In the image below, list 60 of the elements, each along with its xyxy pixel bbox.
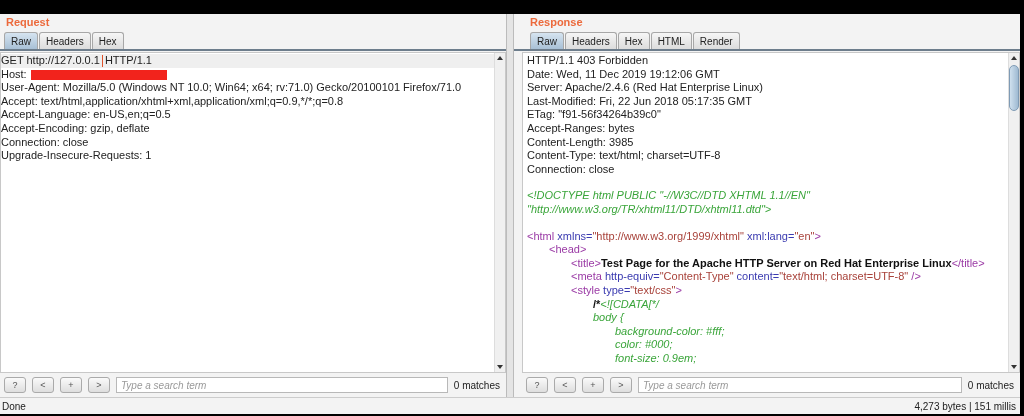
tab[interactable]: HTML	[650, 32, 692, 49]
code-line: Accept-Ranges: bytes	[527, 121, 635, 134]
search-field[interactable]: Type a search term	[116, 377, 448, 393]
code-line: <head>	[549, 243, 587, 256]
status-text: 4,273 bytes | 151 millis	[914, 400, 1016, 412]
match-count: 0 matches	[453, 379, 501, 391]
search-nav-button[interactable]: +	[582, 377, 604, 393]
scrollbar[interactable]	[494, 53, 505, 372]
search-nav-button[interactable]: <	[32, 377, 54, 393]
code-line: <!DOCTYPE html PUBLIC "-//W3C//DTD XHTML 1.1//EN"	[527, 189, 810, 202]
code-line: Host:	[1, 67, 27, 80]
code-line: "http://www.w3.org/TR/xhtml11/DTD/xhtml11.dtd">	[527, 202, 772, 215]
code-line: body {	[593, 311, 624, 324]
editor[interactable]	[0, 52, 506, 373]
code-line: /*<![CDATA[*/	[593, 297, 659, 310]
code-line: Connection: close	[1, 135, 89, 148]
code-line: background-color: #fff;	[615, 324, 725, 337]
tab[interactable]: Raw	[4, 32, 38, 49]
code-line: Date: Wed, 11 Dec 2019 19:12:06 GMT	[527, 67, 720, 80]
code-line: Content-Length: 3985	[527, 135, 634, 148]
status-text: Done	[2, 400, 26, 412]
search-nav-button[interactable]: >	[88, 377, 110, 393]
code-line: <meta http-equiv="Content-Type" content="text/html; charset=UTF-8" />	[571, 270, 921, 283]
code-line: User-Agent: Mozilla/5.0 (Windows NT 10.0; Win64; x64; rv:71.0) Gecko/20100101 Firefox/71.0	[1, 81, 462, 94]
panel-title: Request	[5, 15, 51, 30]
tab[interactable]: Hex	[91, 32, 124, 49]
tab[interactable]: Headers	[565, 32, 617, 49]
code-line: HTTP/1.1 403 Forbidden	[527, 54, 649, 66]
search-nav-button[interactable]: ?	[4, 377, 26, 393]
scrollbar-thumb[interactable]	[1009, 65, 1019, 111]
text-cursor	[101, 55, 103, 68]
tab[interactable]: Hex	[617, 32, 650, 49]
code-line: <style type="text/css">	[571, 283, 682, 296]
tab[interactable]: Render	[692, 32, 740, 49]
scrollbar[interactable]	[1008, 53, 1019, 372]
code-line: GET http://127.0.0.1	[1, 54, 100, 66]
code-line: Upgrade-Insecure-Requests: 1	[1, 149, 152, 162]
search-nav-button[interactable]: ?	[526, 377, 548, 393]
code-line: ETag: "f91-56f34264b39c0"	[527, 108, 661, 121]
code-line: Connection: close	[527, 162, 615, 175]
code-line: <html xmlns="http://www.w3.org/1999/xhtml" xml:lang="en">	[527, 229, 821, 242]
code-line: HTTP/1.1	[104, 54, 152, 66]
search-nav-button[interactable]: +	[60, 377, 82, 393]
tab[interactable]: Raw	[530, 32, 564, 49]
panel-title: Response	[529, 15, 584, 30]
search-field[interactable]: Type a search term	[638, 377, 962, 393]
code-line: font-size: 0.9em;	[615, 351, 697, 364]
code-line: Accept: text/html,application/xhtml+xml,application/xml;q=0.9,*/*;q=0.8	[1, 94, 344, 107]
search-nav-button[interactable]: >	[610, 377, 632, 393]
editor[interactable]	[522, 52, 1020, 373]
search-nav-button[interactable]: <	[554, 377, 576, 393]
code-line: Content-Type: text/html; charset=UTF-8	[527, 149, 721, 162]
code-line: <title>Test Page for the Apache HTTP Server on Red Hat Enterprise Linux</title>	[571, 256, 985, 269]
code-line: Server: Apache/2.4.6 (Red Hat Enterprise Linux)	[527, 81, 763, 94]
code-line: Last-Modified: Fri, 22 Jun 2018 05:17:35 GMT	[527, 94, 752, 107]
code-line: color: #000;	[615, 338, 673, 351]
code-line: Accept-Language: en-US,en;q=0.5	[1, 108, 171, 121]
code-line: Accept-Encoding: gzip, deflate	[1, 121, 150, 134]
tab[interactable]: Headers	[39, 32, 91, 49]
match-count: 0 matches	[967, 379, 1015, 391]
